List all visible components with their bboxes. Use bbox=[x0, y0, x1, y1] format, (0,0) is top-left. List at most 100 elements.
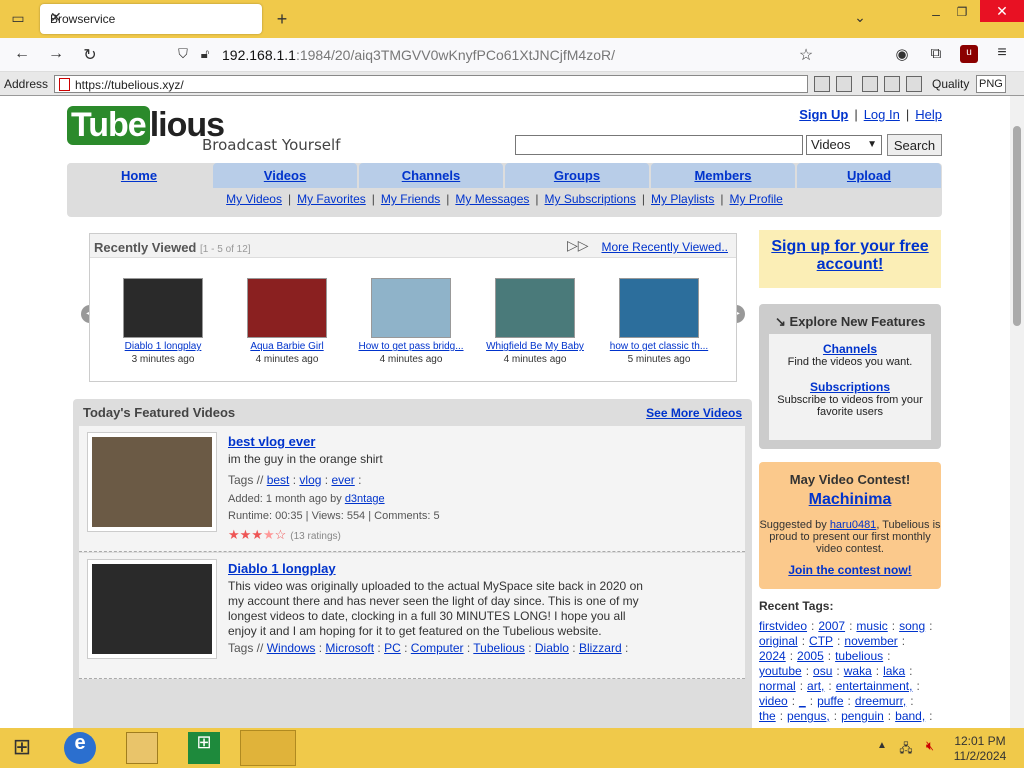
help-link[interactable]: Help bbox=[915, 107, 942, 122]
contest-name-link[interactable]: Machinima bbox=[759, 491, 941, 509]
tag-link[interactable]: dreemurr, bbox=[855, 694, 906, 708]
search-category-select[interactable]: Videos ▼ bbox=[806, 135, 882, 155]
tab-videos[interactable]: Videos bbox=[213, 163, 357, 188]
tag-link[interactable]: Diablo bbox=[535, 641, 569, 655]
taskbar-clock[interactable]: 12:01 PM 11/2/2024 bbox=[950, 734, 1010, 764]
tag-link[interactable]: november bbox=[844, 634, 897, 648]
recent-item[interactable]: Diablo 1 longplay 3 minutes ago bbox=[103, 278, 223, 365]
tab-members[interactable]: Members bbox=[651, 163, 795, 188]
tag-link[interactable]: youtube bbox=[759, 664, 802, 678]
recent-item[interactable]: how to get classic th... 5 minutes ago bbox=[599, 278, 719, 365]
video-title[interactable]: Diablo 1 longplay bbox=[228, 561, 336, 576]
my-friends-link[interactable]: My Friends bbox=[381, 192, 440, 206]
tag-link[interactable]: the bbox=[759, 709, 776, 723]
network-icon[interactable]: 🖧 bbox=[898, 739, 914, 760]
search-input[interactable] bbox=[515, 135, 803, 155]
my-playlists-link[interactable]: My Playlists bbox=[651, 192, 714, 206]
tab-home-label[interactable]: Home bbox=[121, 168, 157, 183]
star-empty-icon[interactable]: ☆ bbox=[275, 527, 287, 542]
extensions-icon[interactable]: ⧉ bbox=[926, 45, 946, 62]
tab-groups[interactable]: Groups bbox=[505, 163, 649, 188]
signup-link[interactable]: Sign up for your free account! bbox=[771, 238, 928, 273]
page-scrollbar[interactable] bbox=[1010, 96, 1024, 728]
tag-link[interactable]: normal bbox=[759, 679, 796, 693]
back-icon[interactable]: ← bbox=[12, 45, 32, 63]
account-icon[interactable]: ◉ bbox=[892, 45, 912, 63]
volume-muted-icon[interactable]: 🔇︎ bbox=[922, 738, 938, 754]
scrollbar-thumb[interactable] bbox=[1013, 126, 1021, 326]
recent-title[interactable]: how to get classic th... bbox=[599, 341, 719, 352]
menu-icon[interactable]: ≡ bbox=[992, 44, 1012, 62]
show-hidden-icons[interactable]: ▲ bbox=[876, 740, 888, 751]
tag-link[interactable]: song bbox=[899, 619, 925, 633]
tag-link[interactable]: CTP bbox=[809, 634, 833, 648]
shield-icon[interactable]: ⛉ bbox=[174, 46, 192, 62]
video-title[interactable]: best vlog ever bbox=[228, 434, 315, 449]
tag-link[interactable]: pengus, bbox=[787, 709, 830, 723]
reload-icon[interactable]: ↻ bbox=[80, 45, 100, 65]
go-icon[interactable] bbox=[814, 76, 830, 92]
tab-groups-label[interactable]: Groups bbox=[554, 168, 600, 183]
bookmark-star-icon[interactable]: ☆ bbox=[796, 45, 816, 65]
more-recently-viewed-link[interactable]: More Recently Viewed.. bbox=[601, 240, 728, 254]
my-messages-link[interactable]: My Messages bbox=[455, 192, 529, 206]
recent-title[interactable]: Diablo 1 longplay bbox=[103, 341, 223, 352]
new-tab-icon[interactable]: + bbox=[272, 9, 292, 30]
channels-feature-link[interactable]: Channels bbox=[823, 342, 877, 356]
tag-link[interactable]: PC bbox=[384, 641, 401, 655]
star-filled-icon[interactable]: ★ bbox=[240, 527, 252, 542]
clipboard-icon[interactable] bbox=[906, 76, 922, 92]
recent-item[interactable]: Whigfield Be My Baby 4 minutes ago bbox=[475, 278, 595, 365]
tab-channels[interactable]: Channels bbox=[359, 163, 503, 188]
star-empty-icon[interactable]: ★ bbox=[263, 527, 275, 542]
ublock-icon[interactable]: u bbox=[960, 45, 978, 63]
my-videos-link[interactable]: My Videos bbox=[226, 192, 282, 206]
tag-link[interactable]: music bbox=[856, 619, 887, 633]
see-more-videos-link[interactable]: See More Videos bbox=[646, 406, 742, 420]
search-button[interactable]: Search bbox=[887, 134, 942, 156]
recent-thumb[interactable] bbox=[495, 278, 575, 338]
tab-list-icon[interactable]: ▭ bbox=[8, 10, 28, 27]
tag-link[interactable]: _ bbox=[799, 694, 806, 708]
star-filled-icon[interactable]: ★ bbox=[251, 527, 263, 542]
minimize-icon[interactable]: – bbox=[928, 6, 944, 22]
tag-link[interactable]: osu bbox=[813, 664, 832, 678]
tag-link[interactable]: original bbox=[759, 634, 798, 648]
star-filled-icon[interactable]: ★ bbox=[228, 527, 240, 542]
tag-link[interactable]: Microsoft bbox=[325, 641, 374, 655]
uploader-link[interactable]: d3ntage bbox=[345, 493, 385, 505]
close-window-icon[interactable]: ✕ bbox=[980, 0, 1024, 22]
video-thumbnail[interactable] bbox=[87, 559, 217, 659]
my-subscriptions-link[interactable]: My Subscriptions bbox=[545, 192, 636, 206]
tag-link[interactable]: video bbox=[759, 694, 788, 708]
tag-link[interactable]: ever bbox=[331, 473, 354, 487]
tab-videos-label[interactable]: Videos bbox=[264, 168, 306, 183]
video-thumbnail[interactable] bbox=[87, 432, 217, 532]
tab-browservice[interactable]: Browservice ✕ bbox=[40, 4, 262, 34]
ie-icon[interactable]: e bbox=[64, 732, 96, 764]
tag-link[interactable]: band, bbox=[895, 709, 925, 723]
bookmark-icon[interactable] bbox=[836, 76, 852, 92]
file-explorer-icon[interactable] bbox=[126, 732, 158, 764]
tab-home[interactable]: Home bbox=[67, 163, 211, 188]
video-thumb-image[interactable] bbox=[92, 437, 212, 527]
address-field[interactable]: https://tubelious.xyz/ bbox=[54, 75, 808, 93]
tag-link[interactable]: 2024 bbox=[759, 649, 786, 663]
join-contest-link[interactable]: Join the contest now! bbox=[759, 563, 941, 577]
tag-link[interactable]: vlog bbox=[299, 473, 321, 487]
chevron-down-icon[interactable]: ⌄ bbox=[850, 9, 870, 26]
sign-up-link[interactable]: Sign Up bbox=[799, 107, 848, 122]
start-icon[interactable]: ⊞ bbox=[8, 734, 36, 762]
tag-link[interactable]: Tubelious bbox=[473, 641, 525, 655]
subscriptions-feature-link[interactable]: Subscriptions bbox=[810, 380, 890, 394]
tag-link[interactable]: penguin bbox=[841, 709, 884, 723]
tab-channels-label[interactable]: Channels bbox=[402, 168, 461, 183]
video-thumb-image[interactable] bbox=[92, 564, 212, 654]
close-tab-icon[interactable]: ✕ bbox=[50, 9, 254, 26]
tab-upload[interactable]: Upload bbox=[797, 163, 941, 188]
recent-item[interactable]: Aqua Barbie Girl 4 minutes ago bbox=[227, 278, 347, 365]
recent-thumb[interactable] bbox=[123, 278, 203, 338]
store-icon[interactable]: ⊞ bbox=[188, 732, 220, 764]
quality-select[interactable]: PNG bbox=[976, 75, 1006, 93]
log-in-link[interactable]: Log In bbox=[864, 107, 900, 122]
